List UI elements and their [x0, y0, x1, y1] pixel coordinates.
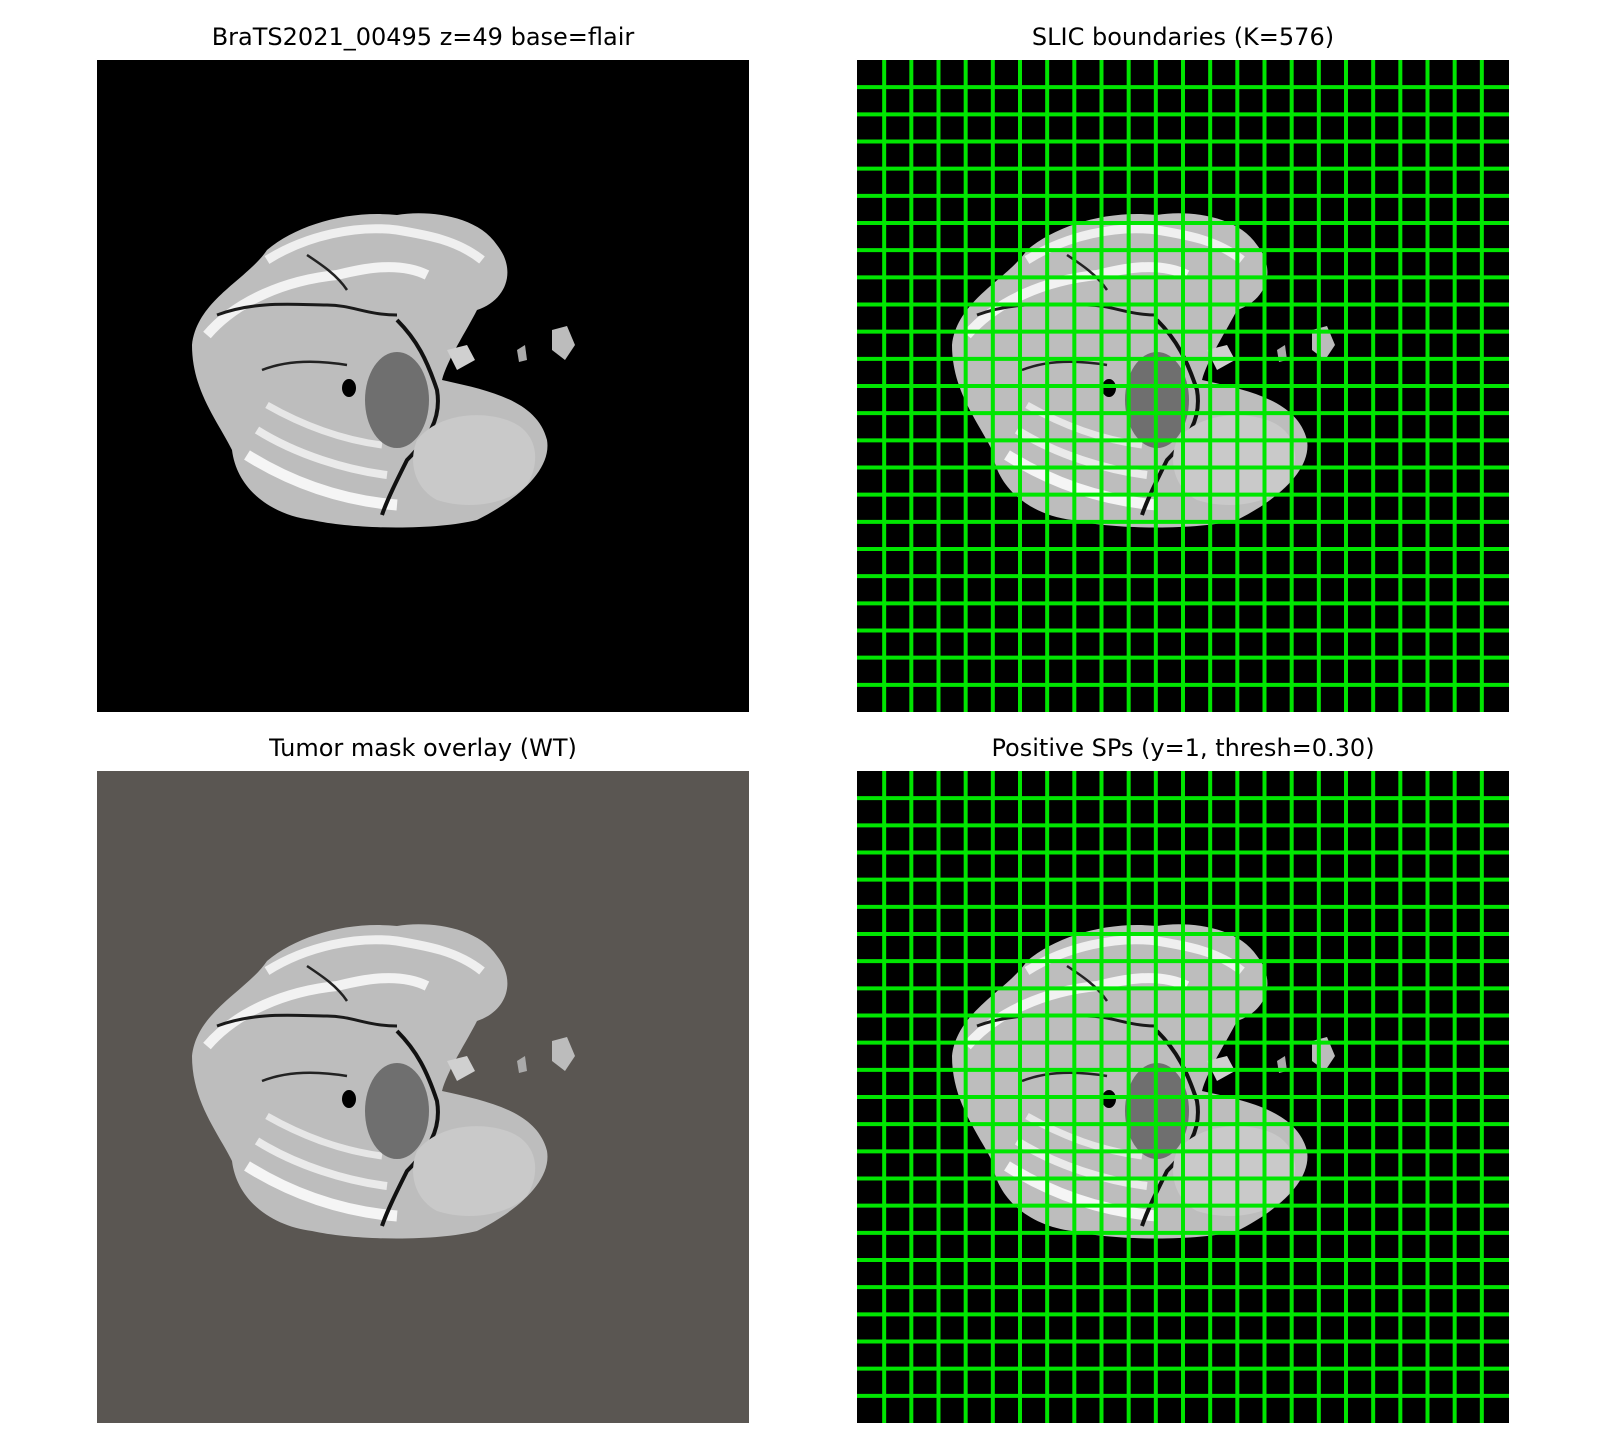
- panel-title-slic: SLIC boundaries (K=576): [1031, 23, 1335, 51]
- positive-superpixels-svg: [857, 771, 1509, 1423]
- tumor-mask-overlay-svg: [97, 771, 749, 1423]
- slic-boundaries-image: [857, 60, 1509, 712]
- tumor-mask-overlay-image: [97, 771, 749, 1423]
- panel-title-flair: BraTS2021_00495 z=49 base=flair: [211, 23, 635, 51]
- panel-title-mask-overlay: Tumor mask overlay (WT): [269, 734, 577, 762]
- positive-superpixels-image: [857, 771, 1509, 1423]
- flair-slice-image: [97, 60, 749, 712]
- slic-boundaries-svg: [857, 60, 1509, 712]
- panel-title-positive-sps: Positive SPs (y=1, thresh=0.30): [991, 734, 1375, 762]
- flair-slice-svg: [97, 60, 749, 712]
